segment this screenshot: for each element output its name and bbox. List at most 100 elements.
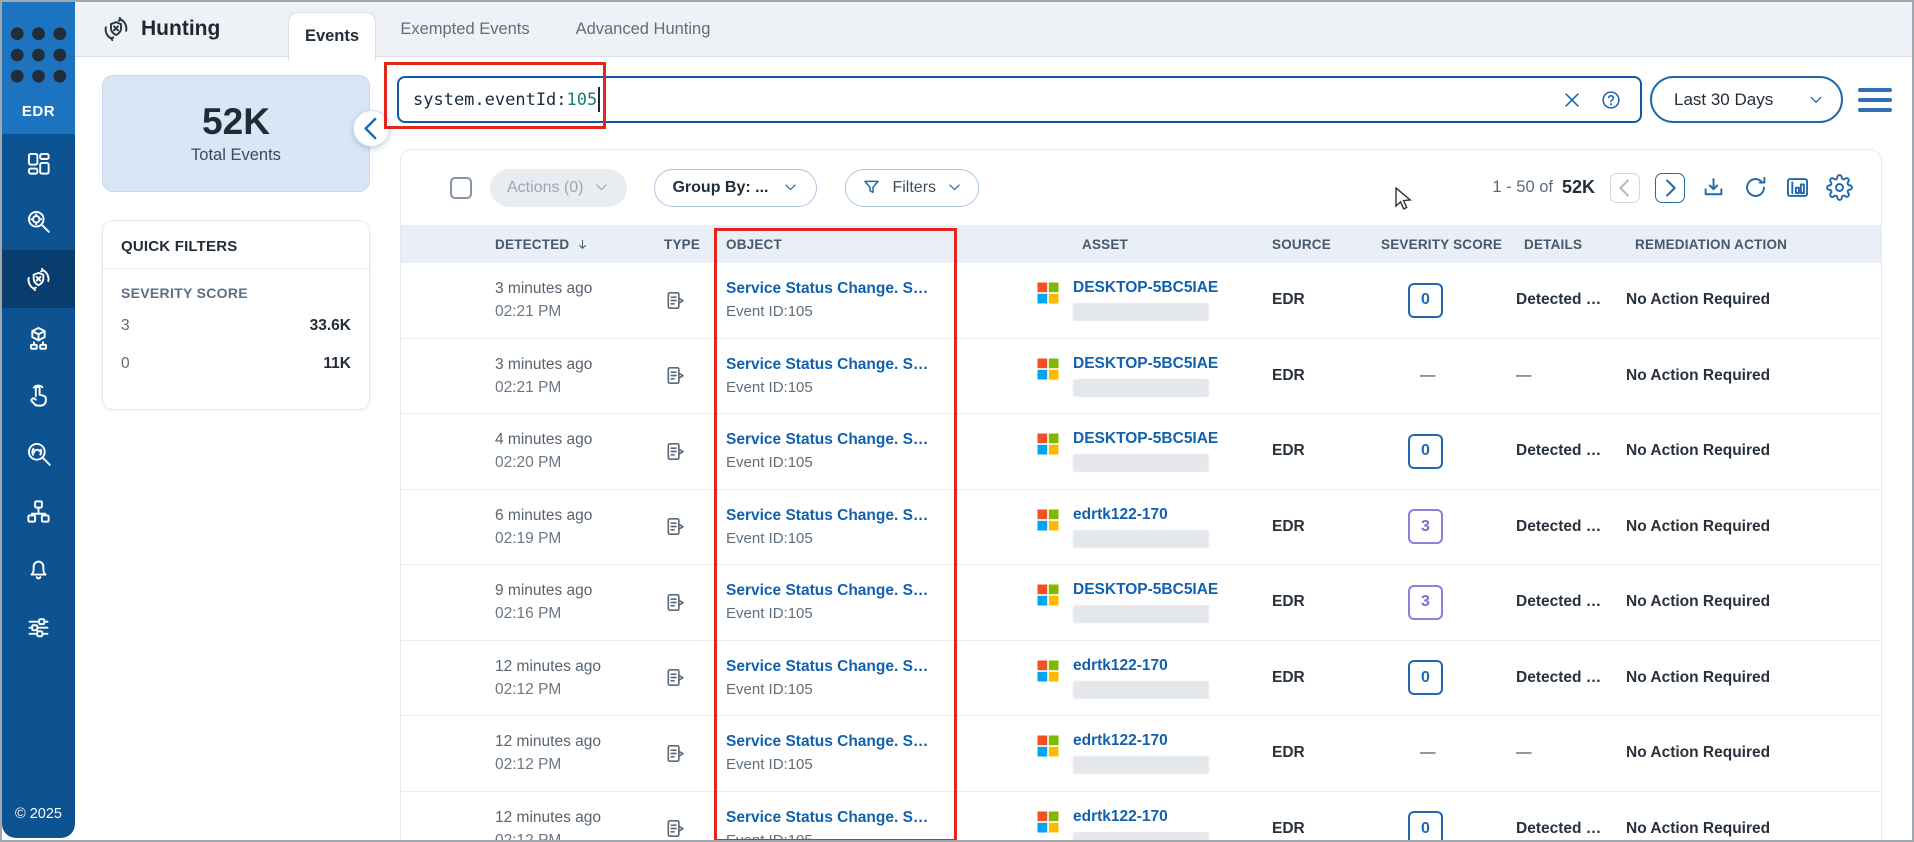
details-cell[interactable]: Detected … [1508, 518, 1620, 536]
refresh-icon[interactable] [1742, 174, 1769, 201]
object-link[interactable]: Service Status Change. S… [726, 579, 1018, 602]
object-link[interactable]: Service Status Change. S… [726, 730, 1018, 753]
asset-link[interactable]: edrtk122-170 [1073, 808, 1209, 826]
tab-label: Exempted Events [400, 20, 529, 39]
object-link[interactable]: Service Status Change. S… [726, 655, 1018, 678]
asset-link[interactable]: edrtk122-170 [1073, 506, 1209, 524]
details-cell[interactable]: Detected … [1508, 291, 1620, 309]
sidebar-item-topology[interactable] [2, 482, 75, 540]
table-row[interactable]: 4 minutes ago02:20 PMService Status Chan… [401, 413, 1881, 489]
event-type-icon [656, 591, 716, 614]
quick-filters-title: QUICK FILTERS [103, 221, 369, 268]
previous-page-button[interactable] [1610, 173, 1640, 203]
table-row[interactable]: 12 minutes ago02:12 PMService Status Cha… [401, 715, 1881, 791]
select-all-checkbox[interactable] [450, 177, 472, 199]
asset-link[interactable]: DESKTOP-5BC5IAE [1073, 581, 1218, 599]
filters-button[interactable]: Filters [845, 169, 979, 207]
column-header-object[interactable]: OBJECT [716, 237, 1018, 252]
sidebar-item-response[interactable] [2, 366, 75, 424]
help-icon[interactable] [1600, 89, 1622, 111]
detected-cell: 3 minutes ago02:21 PM [481, 277, 656, 323]
event-id: Event ID:105 [726, 753, 1018, 776]
source-cell: EDR [1258, 593, 1363, 611]
object-link[interactable]: Service Status Change. S… [726, 428, 1018, 451]
sidebar-item-dashboard[interactable] [2, 134, 75, 192]
asset-link[interactable]: edrtk122-170 [1073, 732, 1209, 750]
group-by-button[interactable]: Group By: ... [654, 169, 817, 207]
object-link[interactable]: Service Status Change. S… [726, 504, 1018, 527]
details-cell[interactable]: Detected … [1508, 820, 1620, 838]
asset-link[interactable]: DESKTOP-5BC5IAE [1073, 430, 1218, 448]
severity-cell: 3 [1363, 585, 1508, 620]
column-header-remediation[interactable]: REMEDIATION ACTION [1620, 237, 1881, 252]
column-header-details[interactable]: DETAILS [1508, 237, 1620, 252]
sidebar-item-assets[interactable] [2, 308, 75, 366]
tab-advanced-hunting[interactable]: Advanced Hunting [575, 2, 711, 56]
quick-filters-group-label: SEVERITY SCORE [103, 269, 369, 307]
table-header-row: DETECTEDTYPEOBJECTASSETSOURCESEVERITY SC… [401, 225, 1881, 263]
column-header-source[interactable]: SOURCE [1258, 237, 1363, 252]
object-link[interactable]: Service Status Change. S… [726, 277, 1018, 300]
asset-cell: edrtk122-170 [1018, 657, 1258, 699]
detected-cell: 12 minutes ago02:12 PM [481, 806, 656, 842]
tab-exempted-events[interactable]: Exempted Events [400, 2, 530, 56]
chevron-right-icon [1656, 174, 1684, 202]
table-row[interactable]: 12 minutes ago02:12 PM Service Status Cha… [401, 791, 1881, 842]
quick-filter-severity-0[interactable]: 011K [103, 345, 369, 383]
menu-icon[interactable] [1858, 88, 1892, 112]
settings-sliders-icon [25, 614, 52, 641]
query-search-input[interactable]: system.eventId:105 [397, 76, 1642, 123]
windows-os-icon [1036, 432, 1060, 456]
sidebar-item-notifications[interactable] [2, 540, 75, 598]
sidebar-item-threat-search[interactable] [2, 192, 75, 250]
object-link[interactable]: Service Status Change. S… [726, 353, 1018, 376]
column-header-severity[interactable]: SEVERITY SCORE [1363, 237, 1508, 252]
table-row[interactable]: 6 minutes ago02:19 PMService Status Chan… [401, 489, 1881, 565]
asset-link[interactable]: DESKTOP-5BC5IAE [1073, 279, 1218, 297]
time-range-dropdown[interactable]: Last 30 Days [1650, 76, 1843, 123]
app-switcher[interactable]: EDR [2, 2, 75, 134]
sidebar-item-hunting[interactable] [2, 250, 75, 308]
table-row[interactable]: 3 minutes ago02:21 PM Service Status Chan… [401, 263, 1881, 338]
sort-descending-icon[interactable] [575, 237, 590, 252]
asset-cell: DESKTOP-5BC5IAE [1018, 430, 1258, 472]
pagination-range: 1 - 50 of [1492, 178, 1553, 197]
table-row[interactable]: 3 minutes ago02:21 PMService Status Chan… [401, 338, 1881, 414]
column-header-type[interactable]: TYPE [656, 237, 716, 252]
product-label: EDR [22, 103, 55, 120]
column-header-asset[interactable]: ASSET [1018, 237, 1258, 252]
table-row[interactable]: 12 minutes ago02:12 PMService Status Cha… [401, 640, 1881, 716]
object-cell: Service Status Change. S…Event ID:105 [716, 353, 1018, 399]
details-cell[interactable]: Detected … [1508, 669, 1620, 687]
chart-view-icon[interactable] [1784, 174, 1811, 201]
object-link[interactable]: Service Status Change. S… [726, 806, 1018, 829]
table-row[interactable]: 9 minutes ago02:16 PMService Status Chan… [401, 564, 1881, 640]
total-events-card[interactable]: 52K Total Events [102, 75, 370, 192]
source-cell: EDR [1258, 744, 1363, 762]
sidebar-item-forensics[interactable] [2, 424, 75, 482]
collapse-panel-button[interactable] [353, 110, 390, 147]
sidebar-item-settings-sliders[interactable] [2, 598, 75, 656]
tab-events[interactable]: Events [288, 12, 376, 60]
asset-link[interactable]: DESKTOP-5BC5IAE [1073, 355, 1218, 373]
redacted-text [1073, 605, 1209, 623]
quick-filter-severity-3[interactable]: 333.6K [103, 307, 369, 345]
next-page-button[interactable] [1655, 173, 1685, 203]
dashboard-icon [25, 150, 52, 177]
event-type-icon [656, 742, 716, 765]
event-id: Event ID:105 [726, 678, 1018, 701]
clear-search-icon[interactable] [1561, 89, 1583, 111]
redacted-text [1073, 756, 1209, 774]
details-cell[interactable]: Detected … [1508, 442, 1620, 460]
details-cell[interactable]: — [1508, 367, 1620, 385]
source-cell: EDR [1258, 367, 1363, 385]
relative-time: 12 minutes ago [495, 806, 656, 829]
asset-link[interactable]: edrtk122-170 [1073, 657, 1209, 675]
column-header-detected[interactable]: DETECTED [481, 237, 656, 252]
settings-gear-icon[interactable] [1826, 174, 1853, 201]
export-icon[interactable] [1700, 174, 1727, 201]
details-cell[interactable]: Detected … [1508, 593, 1620, 611]
details-cell[interactable]: — [1508, 744, 1620, 762]
actions-label: Actions (0) [507, 179, 583, 197]
forensics-icon [25, 440, 52, 467]
